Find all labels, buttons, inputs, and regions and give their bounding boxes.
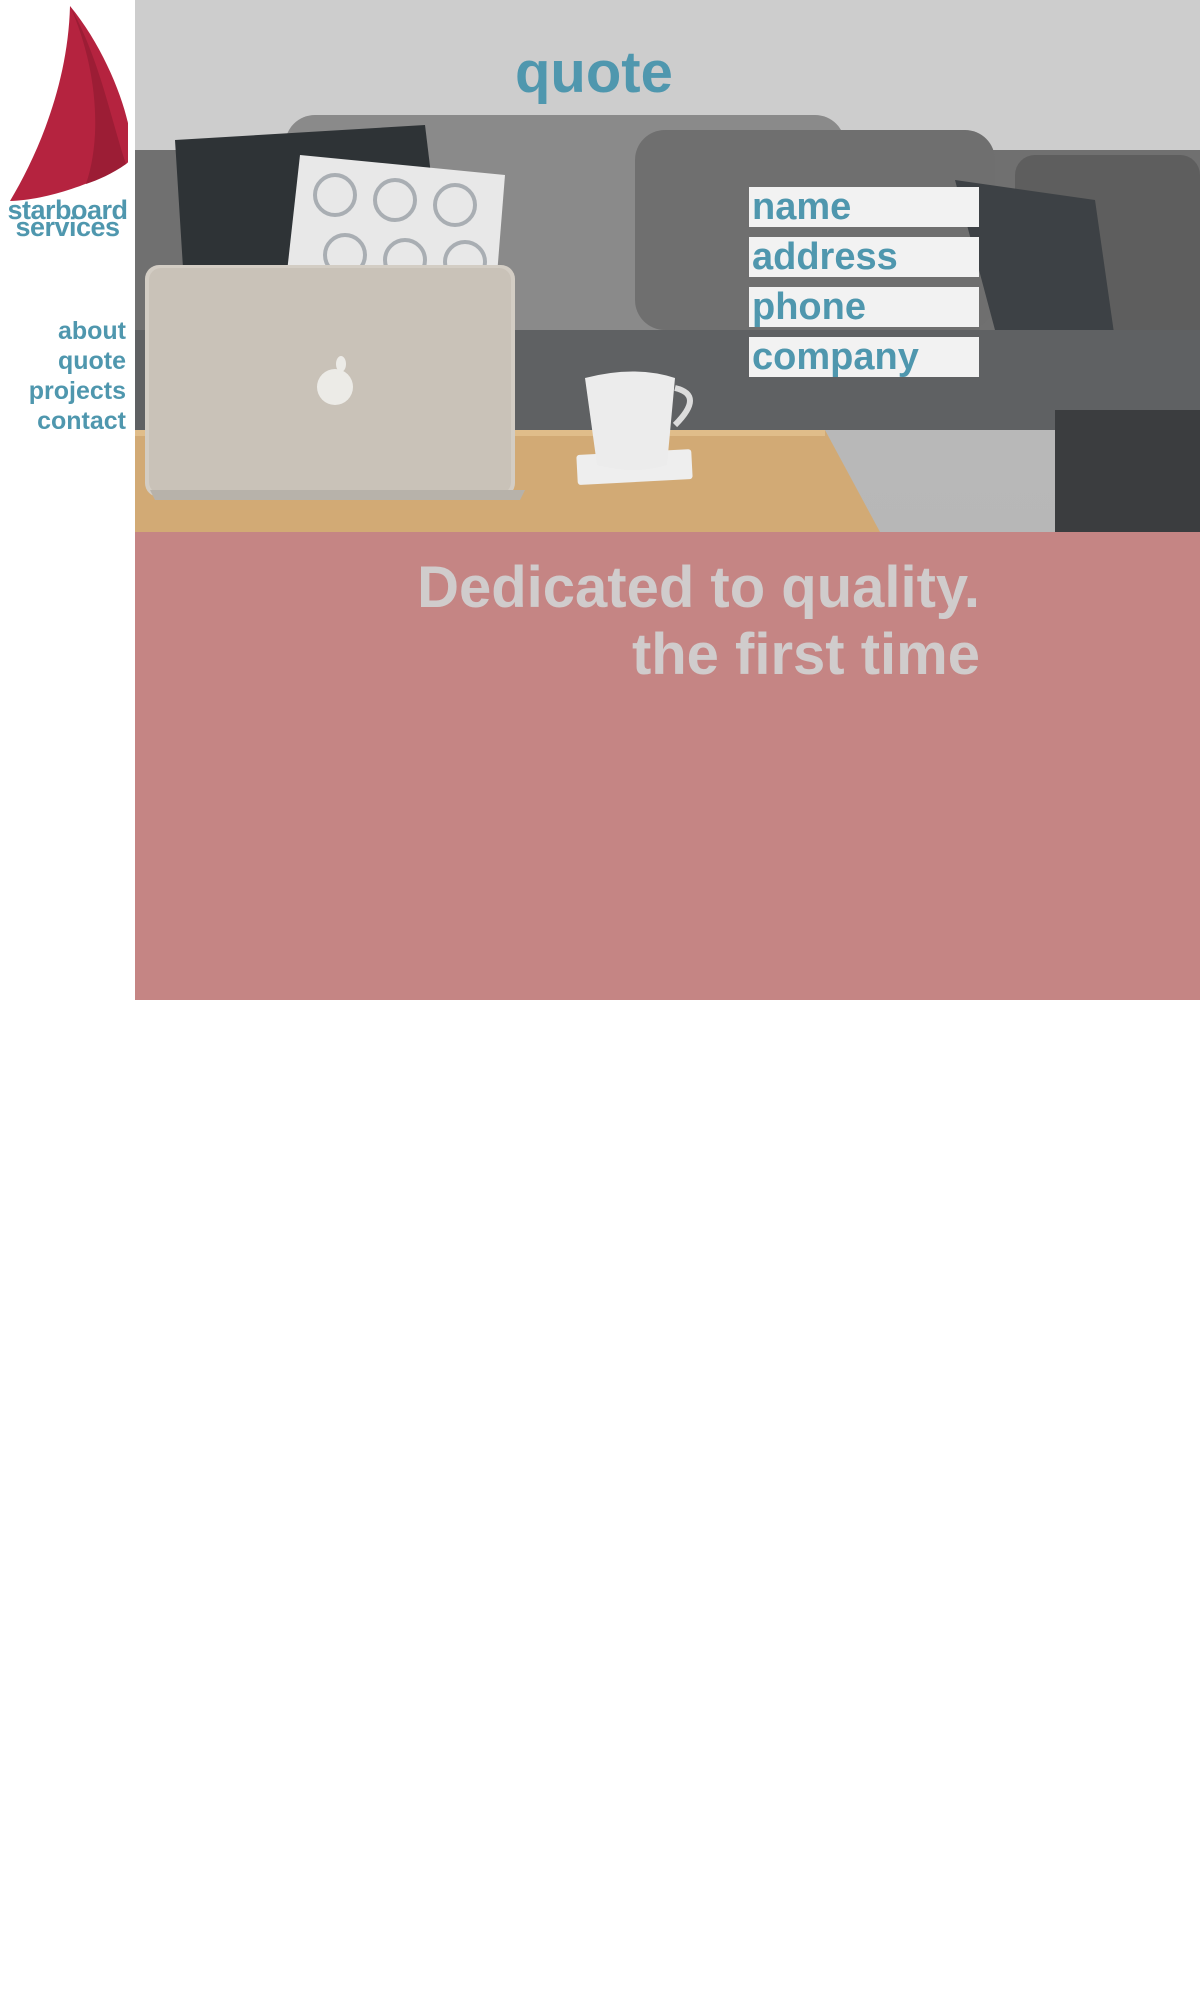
phone-field[interactable]	[749, 287, 979, 327]
brand-logo[interactable]: starboard services	[0, 0, 135, 245]
nav-item-quote[interactable]: quote	[29, 346, 126, 376]
nav-item-projects[interactable]: projects	[29, 376, 126, 406]
company-field[interactable]	[749, 337, 979, 377]
address-field[interactable]	[749, 237, 979, 277]
hero-section: quote	[135, 0, 1200, 532]
sidebar: starboard services about quote projects …	[0, 0, 135, 1000]
tagline-line1: Dedicated to quality.	[417, 555, 980, 620]
page-title: quote	[515, 40, 673, 105]
sail-icon	[10, 6, 128, 201]
tagline-line2: the first time	[631, 622, 980, 687]
nav-item-about[interactable]: about	[29, 316, 126, 346]
name-field[interactable]	[749, 187, 979, 227]
brand-name-line2: services	[15, 212, 120, 242]
main-nav: about quote projects contact	[29, 316, 126, 436]
tagline: Dedicated to quality. the first time	[417, 554, 980, 688]
tagline-band: Dedicated to quality. the first time	[135, 532, 1200, 1000]
quote-form	[749, 187, 979, 387]
nav-item-contact[interactable]: contact	[29, 406, 126, 436]
